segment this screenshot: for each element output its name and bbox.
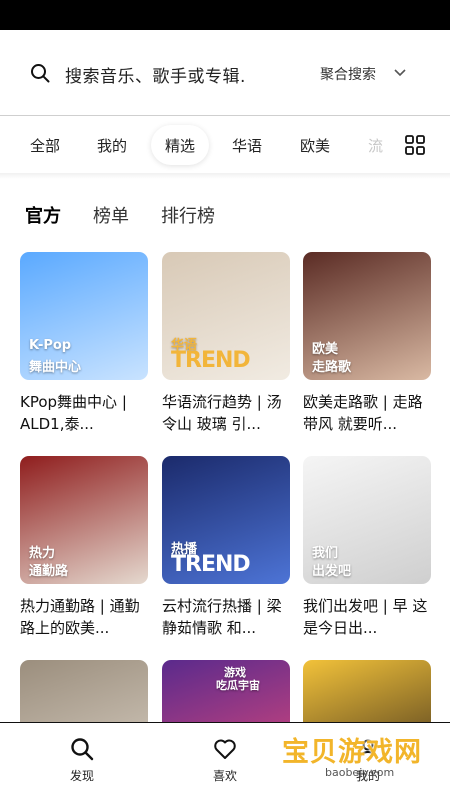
status-bar — [0, 0, 450, 30]
playlist-cover[interactable]: 华语 TREND — [162, 252, 290, 380]
playlist-card[interactable]: 热播 TREND 云村流行热播 | 梁静茹情歌 和... — [162, 456, 290, 639]
watermark-text: 宝贝游戏网 — [282, 737, 422, 768]
playlist-title[interactable]: 热力通勤路 | 通勤路上的欧美... — [20, 595, 146, 639]
playlist-card[interactable]: 华语 TREND 华语流行趋势 | 汤令山 玻璃 引... — [162, 252, 290, 435]
playlist-card[interactable]: 欧美 走路歌 欧美走路歌 | 走路带风 就要听... — [303, 252, 431, 435]
subtab-lists[interactable]: 榜单 — [93, 202, 129, 228]
subtab-rankings[interactable]: 排行榜 — [161, 202, 215, 228]
playlist-card[interactable]: 热力 通勤路 热力通勤路 | 通勤路上的欧美... — [20, 456, 148, 639]
playlist-cover[interactable]: 热播 TREND — [162, 456, 290, 584]
tab-chinese[interactable]: 华语 — [232, 135, 262, 156]
sub-tabs: 官方 榜单 排行榜 — [0, 200, 450, 230]
playlist-card[interactable]: K-Pop 舞曲中心 KPop舞曲中心 | ALD1,泰... — [20, 252, 148, 435]
grid-icon[interactable] — [405, 135, 425, 155]
cover-label: 热力 — [29, 546, 56, 561]
playlist-cover[interactable]: 欧美 走路歌 — [303, 252, 431, 380]
cover-label: TREND — [171, 552, 251, 577]
nav-favorites[interactable]: 喜欢 — [195, 737, 255, 784]
search-icon — [71, 738, 94, 761]
cover-label: K-Pop — [29, 338, 72, 353]
playlist-title[interactable]: 我们出发吧 | 早 这是今日出... — [303, 595, 429, 639]
search-icon — [31, 64, 50, 83]
category-tabs: 全部 我的 精选 华语 欧美 流 — [0, 117, 450, 173]
cover-label: 走路歌 — [312, 360, 352, 375]
cover-label: 通勤路 — [29, 564, 69, 579]
playlist-title[interactable]: 华语流行趋势 | 汤令山 玻璃 引... — [162, 391, 288, 435]
playlist-title[interactable]: KPop舞曲中心 | ALD1,泰... — [20, 391, 146, 435]
cover-label: 欧美 — [312, 342, 339, 357]
playlist-title[interactable]: 欧美走路歌 | 走路带风 就要听... — [303, 391, 429, 435]
chevron-down-icon[interactable] — [393, 66, 407, 80]
cover-label: 吃瓜宇宙 — [216, 679, 260, 692]
playlist-title[interactable]: 云村流行热播 | 梁静茹情歌 和... — [162, 595, 288, 639]
tab-more[interactable]: 流 — [368, 135, 383, 156]
playlist-cover[interactable]: 热力 通勤路 — [20, 456, 148, 584]
watermark-logo: 宝贝游戏网 baobeiy.com — [270, 722, 450, 800]
cover-label: 舞曲中心 — [29, 360, 82, 375]
playlist-cover[interactable]: 我们 出发吧 — [303, 456, 431, 584]
nav-label: 喜欢 — [212, 769, 237, 783]
cover-label: 出发吧 — [312, 564, 352, 579]
nav-discover[interactable]: 发现 — [52, 737, 112, 784]
tab-western[interactable]: 欧美 — [300, 135, 330, 156]
search-input[interactable]: 搜索音乐、歌手或专辑. — [65, 62, 246, 87]
nav-label: 发现 — [69, 769, 94, 783]
cover-label: TREND — [171, 348, 251, 373]
playlist-card[interactable]: 我们 出发吧 我们出发吧 | 早 这是今日出... — [303, 456, 431, 639]
tabs-divider — [0, 173, 450, 179]
playlist-cover[interactable]: K-Pop 舞曲中心 — [20, 252, 148, 380]
heart-icon — [214, 739, 236, 759]
subtab-official[interactable]: 官方 — [25, 202, 61, 228]
tab-all[interactable]: 全部 — [30, 135, 60, 156]
watermark-url: baobeiy.com — [325, 766, 395, 779]
tab-mine[interactable]: 我的 — [97, 135, 127, 156]
search-mode-selector[interactable]: 聚合搜索 — [320, 64, 376, 84]
tab-featured[interactable]: 精选 — [151, 125, 210, 165]
cover-label: 我们 — [312, 546, 339, 561]
search-bar[interactable]: 搜索音乐、歌手或专辑. 聚合搜索 — [0, 30, 450, 116]
